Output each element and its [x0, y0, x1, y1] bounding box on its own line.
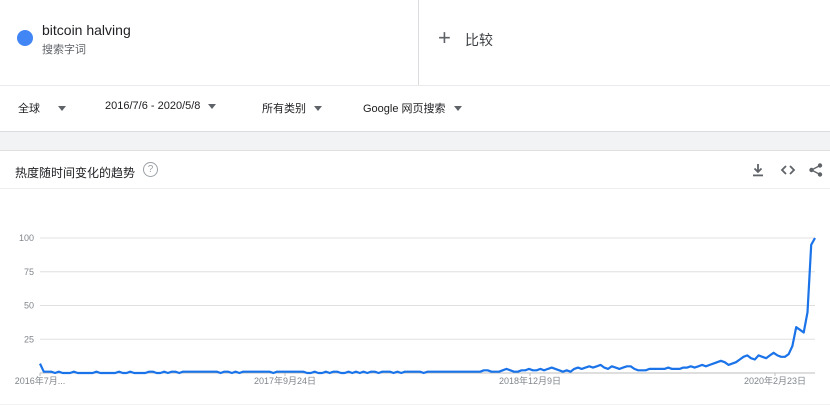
help-icon[interactable]: ? — [143, 162, 158, 177]
compare-label: 比较 — [465, 32, 493, 48]
embed-icon[interactable] — [780, 162, 796, 178]
caret-down-icon — [314, 105, 322, 111]
compare-button[interactable]: + 比较 — [420, 0, 830, 85]
explore-header: bitcoin halving 搜索字词 + 比较 全球 2016/7/6 - … — [0, 0, 830, 132]
category-dropdown[interactable]: 所有类别 — [262, 100, 322, 116]
x-tick-label: 2018年12月9日 — [499, 375, 561, 386]
region-value: 全球 — [18, 103, 40, 115]
header-divider — [0, 85, 830, 86]
panel-title: 热度随时间变化的趋势 — [15, 166, 136, 180]
caret-down-icon — [58, 105, 66, 111]
category-value: 所有类别 — [262, 103, 306, 115]
plus-icon: + — [438, 25, 451, 50]
download-icon[interactable] — [750, 162, 766, 178]
property-value: Google 网页搜索 — [363, 103, 446, 115]
search-term-name[interactable]: bitcoin halving — [42, 22, 131, 38]
x-tick-label: 2016年7月... — [15, 375, 66, 386]
y-tick-label: 50 — [24, 301, 34, 311]
interest-line-chart: 100 75 50 25 2016年7月... 2017年9月24日 2018年12月9日 2… — [15, 233, 816, 386]
date-range-value: 2016/7/6 - 2020/5/8 — [105, 100, 201, 112]
caret-down-icon — [453, 105, 462, 111]
x-tick-label: 2020年2月23日 — [744, 375, 806, 386]
interest-over-time-panel: 热度随时间变化的趋势 ? 100 75 50 25 2016年7月... 2017年9月2… — [0, 150, 830, 404]
search-term-type: 搜索字词 — [42, 44, 86, 56]
x-tick-label: 2017年9月24日 — [254, 375, 316, 386]
panel-divider — [0, 188, 830, 189]
caret-down-icon — [208, 103, 217, 109]
search-term-card[interactable]: bitcoin halving 搜索字词 — [0, 0, 419, 85]
share-icon[interactable] — [808, 162, 824, 178]
y-tick-label: 100 — [19, 233, 34, 243]
y-tick-label: 25 — [24, 334, 34, 344]
y-tick-label: 75 — [24, 267, 34, 277]
property-dropdown[interactable]: Google 网页搜索 — [363, 100, 462, 116]
series-color-dot — [17, 30, 33, 46]
date-range-dropdown[interactable]: 2016/7/6 - 2020/5/8 — [105, 100, 217, 112]
region-dropdown[interactable]: 全球 — [18, 100, 66, 116]
